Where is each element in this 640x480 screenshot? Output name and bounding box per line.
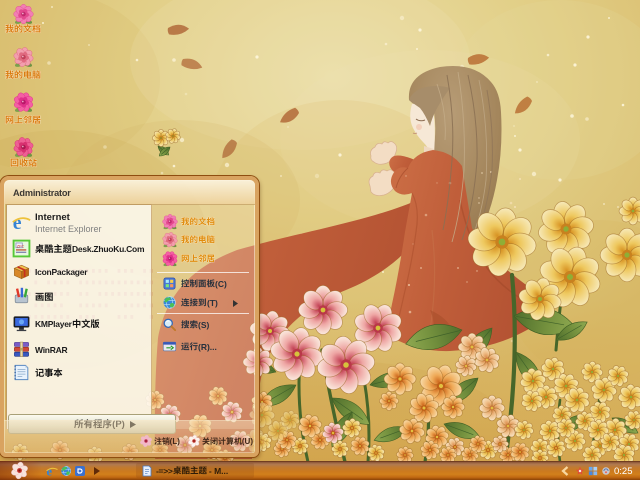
svg-text:e: e <box>47 465 53 477</box>
svg-text:e: e <box>13 213 22 232</box>
svg-text:ZFC: ZFC <box>17 243 25 248</box>
